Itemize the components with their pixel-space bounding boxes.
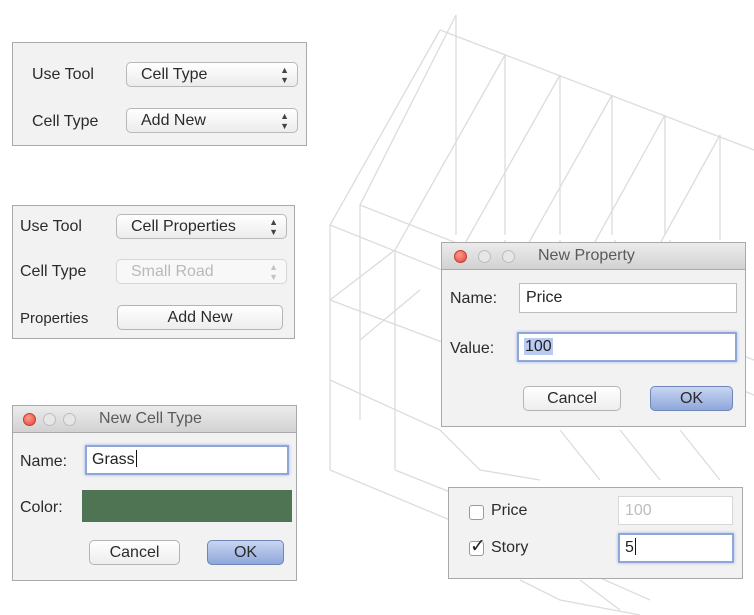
close-traffic-light-icon[interactable] xyxy=(23,413,36,426)
name-field[interactable]: Price xyxy=(519,283,737,313)
up-down-chevrons-icon: ▲ ▼ xyxy=(280,65,289,85)
story-value: 5 xyxy=(625,539,634,556)
cell-type-value: Add New xyxy=(141,112,206,129)
name-field[interactable]: Grass xyxy=(85,445,289,475)
story-value-field[interactable]: 5 xyxy=(618,533,734,563)
dialog-titlebar: New Property xyxy=(442,243,745,270)
up-down-chevrons-icon: ▲ ▼ xyxy=(280,111,289,131)
color-label: Color: xyxy=(20,499,63,516)
checkmark-icon: ✓ xyxy=(470,536,486,557)
cell-type-value: Small Road xyxy=(131,263,214,280)
zoom-traffic-light-icon[interactable] xyxy=(63,413,76,426)
name-value: Grass xyxy=(92,451,135,468)
name-label: Name: xyxy=(20,453,68,470)
dialog-title: New Cell Type xyxy=(99,410,202,427)
tool-panel-cell-properties: Use Tool Cell Properties ▲ ▼ Cell Type Sm… xyxy=(12,205,295,339)
story-label: Story xyxy=(491,539,529,556)
up-down-chevrons-icon: ▲ ▼ xyxy=(269,217,278,237)
cell-type-label: Cell Type xyxy=(32,113,99,130)
dialog-titlebar: New Cell Type xyxy=(13,406,296,433)
properties-list-panel: Price 100 ✓ Story 5 xyxy=(448,487,743,579)
cancel-button[interactable]: Cancel xyxy=(523,386,621,411)
value-label: Value: xyxy=(450,340,495,357)
value-field[interactable]: 100 xyxy=(517,332,737,362)
add-new-property-button[interactable]: Add New xyxy=(117,305,283,330)
price-value-field[interactable]: 100 xyxy=(618,496,733,525)
ok-button[interactable]: OK xyxy=(207,540,284,565)
use-tool-label: Use Tool xyxy=(32,66,94,83)
use-tool-label: Use Tool xyxy=(20,218,82,235)
price-label: Price xyxy=(491,502,528,519)
close-traffic-light-icon[interactable] xyxy=(454,250,467,263)
zoom-traffic-light-icon[interactable] xyxy=(502,250,515,263)
cell-type-label: Cell Type xyxy=(20,263,87,280)
price-checkbox[interactable] xyxy=(469,505,484,520)
name-label: Name: xyxy=(450,290,498,307)
color-swatch[interactable] xyxy=(82,490,292,522)
minimize-traffic-light-icon[interactable] xyxy=(43,413,56,426)
cancel-button[interactable]: Cancel xyxy=(89,540,180,565)
new-cell-type-dialog: New Cell Type Name: Grass Color: Cancel … xyxy=(12,405,297,581)
dialog-title: New Property xyxy=(538,247,635,264)
value-value: 100 xyxy=(524,338,553,355)
use-tool-value: Cell Properties xyxy=(131,218,236,235)
use-tool-dropdown[interactable]: Cell Type ▲ ▼ xyxy=(126,62,298,87)
properties-label: Properties xyxy=(20,310,89,327)
tool-panel-cell-type: Use Tool Cell Type ▲ ▼ Cell Type Add New … xyxy=(12,42,307,146)
ok-button[interactable]: OK xyxy=(650,386,733,411)
price-value: 100 xyxy=(625,502,652,519)
use-tool-dropdown[interactable]: Cell Properties ▲ ▼ xyxy=(116,214,287,239)
new-property-dialog: New Property Name: Price Value: 100 Canc… xyxy=(441,242,746,427)
name-value: Price xyxy=(526,289,563,306)
use-tool-value: Cell Type xyxy=(141,66,208,83)
story-checkbox[interactable]: ✓ xyxy=(469,536,486,557)
cell-type-dropdown[interactable]: Small Road ▲ ▼ xyxy=(116,259,287,284)
up-down-chevrons-icon: ▲ ▼ xyxy=(269,262,278,282)
minimize-traffic-light-icon[interactable] xyxy=(478,250,491,263)
cell-type-dropdown[interactable]: Add New ▲ ▼ xyxy=(126,108,298,133)
